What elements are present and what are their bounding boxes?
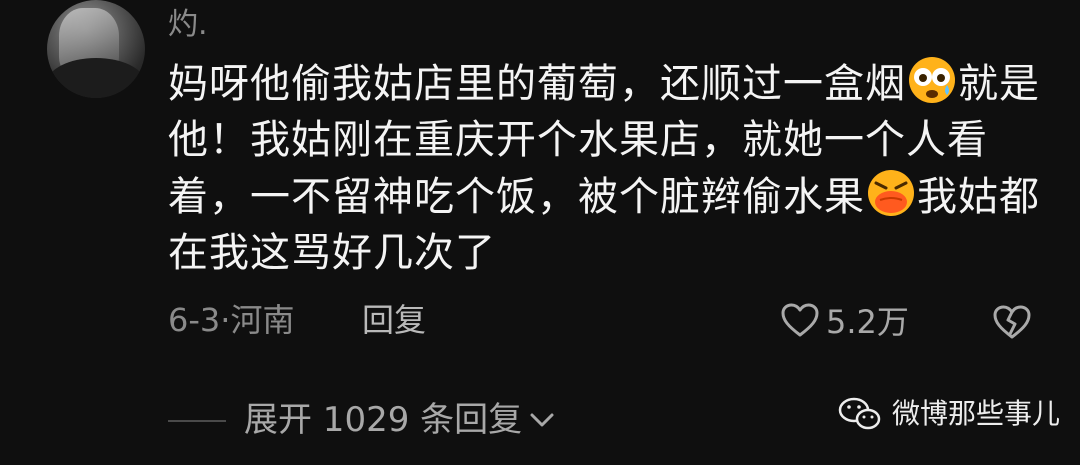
angry-face-emoji [868, 170, 914, 216]
comment-date-location: 6-3·河南 [168, 301, 295, 339]
comment-text: 妈呀他偷我姑店里的葡萄，还顺过一盒烟 就是他！我姑刚在重庆开个水果店，就她一个人… [168, 55, 1048, 281]
wechat-icon [838, 397, 881, 430]
watermark-label: 微博那些事儿 [892, 397, 1061, 430]
divider [168, 420, 226, 422]
like-count: 5.2万 [826, 303, 909, 341]
avatar-body [47, 58, 145, 98]
username[interactable]: 灼. [168, 8, 208, 42]
shocked-crying-emoji [909, 57, 955, 103]
avatar[interactable] [47, 0, 145, 98]
expand-replies-label: 展开 1029 条回复 [244, 400, 523, 440]
reply-button[interactable]: 回复 [362, 300, 426, 340]
watermark: 微博那些事儿 [838, 396, 1060, 432]
comment-text-part-1: 妈呀他偷我姑店里的葡萄，还顺过一盒烟 [168, 61, 906, 107]
chevron-down-icon [530, 413, 554, 427]
like-button[interactable]: 5.2万 [780, 300, 909, 341]
heart-icon [781, 303, 819, 337]
broken-heart-icon[interactable] [992, 302, 1032, 342]
expand-replies-button[interactable]: 展开 1029 条回复 [244, 400, 556, 440]
